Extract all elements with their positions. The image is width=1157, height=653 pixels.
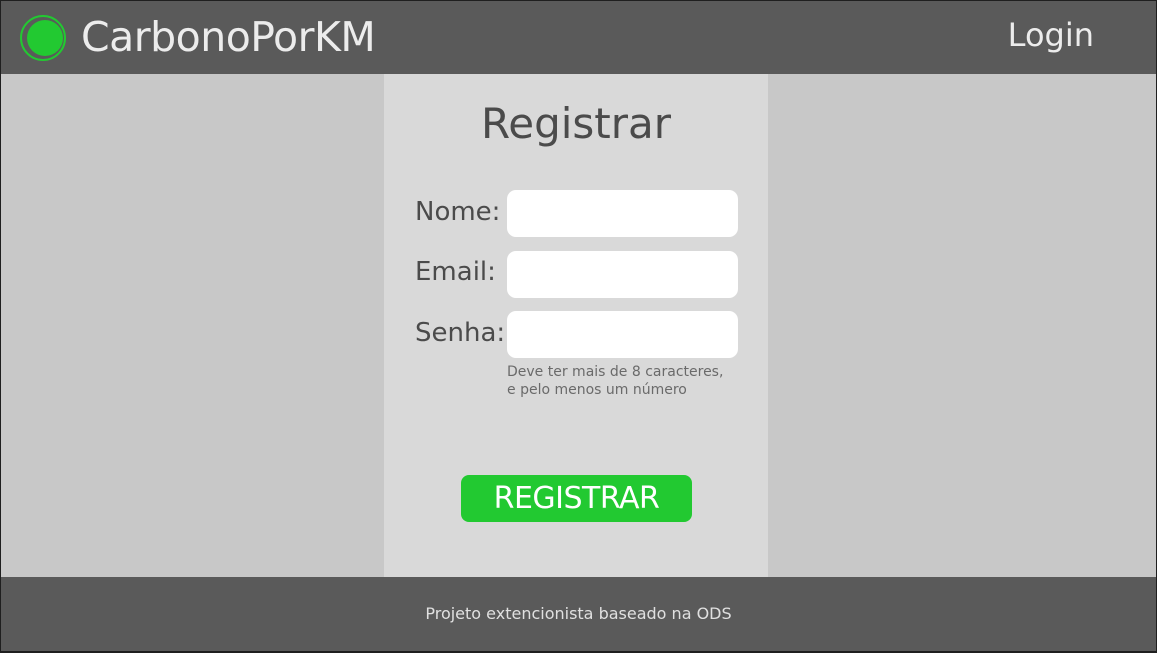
password-hint-line: e pelo menos um número [507, 382, 687, 398]
register-panel: Registrar Nome: Email: Senha: Deve ter m… [384, 74, 768, 577]
email-field[interactable] [507, 251, 738, 298]
login-link[interactable]: Login [1008, 17, 1094, 53]
email-label: Email: [415, 257, 496, 287]
password-hint: Deve ter mais de 8 caracteres, e pelo me… [507, 363, 757, 399]
app-title: CarbonoPorKM [81, 13, 376, 61]
name-field[interactable] [507, 190, 738, 237]
footer-bar: Projeto extencionista baseado na ODS [1, 577, 1156, 651]
app-window: CarbonoPorKM Login Registrar Nome: Email… [1, 1, 1156, 651]
name-label: Nome: [415, 197, 501, 227]
password-hint-line: Deve ter mais de 8 caracteres, [507, 364, 724, 380]
register-button[interactable]: REGISTRAR [461, 475, 692, 522]
password-field[interactable] [507, 311, 738, 358]
logo-circle-icon [19, 14, 67, 62]
header-bar: CarbonoPorKM Login [1, 1, 1156, 74]
page-title: Registrar [480, 99, 672, 148]
footer-text: Projeto extencionista baseado na ODS [425, 604, 732, 623]
password-label: Senha: [415, 318, 506, 348]
